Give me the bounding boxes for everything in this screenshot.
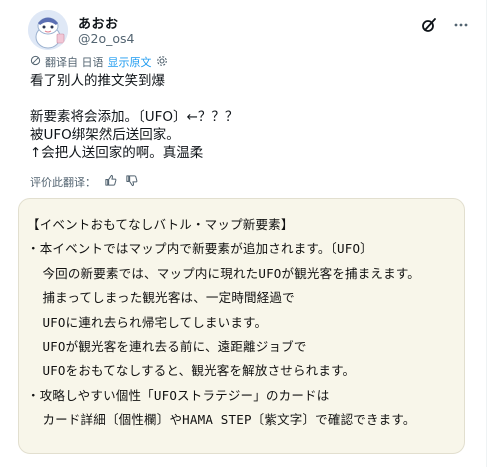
tweet-line: ↑会把人送回家的啊。真温柔	[30, 145, 204, 161]
more-icon[interactable]	[450, 14, 472, 36]
rate-translation-label: 评价此翻译：	[30, 176, 96, 189]
tweet-line: 新要素将会添加。〔UFO〕←？？？	[30, 109, 239, 125]
card-line: 捕まってしまった観光客は、一定時間経過で	[27, 290, 295, 306]
translation-label: 翻译自 日语	[45, 56, 104, 69]
tweet-header: あおお @2o_os4	[22, 10, 472, 50]
thumbs-down-icon[interactable]	[125, 174, 138, 190]
card-line: UFOをおもてなしすると、観光客を解放させられます。	[27, 363, 356, 379]
rate-translation: 评价此翻译：	[30, 174, 138, 190]
card-line: カード詳細〔個性欄〕やHAMA STEP〔紫文字〕で確認できます。	[27, 412, 416, 428]
card-text: 【イベントおもてなしバトル・マップ新要素】 ・本イベントではマップ内で新要素が追…	[27, 213, 457, 433]
show-original-link[interactable]: 显示原文	[108, 54, 152, 70]
avatar[interactable]	[28, 10, 68, 50]
user-display-name[interactable]: あおお	[78, 13, 119, 32]
tweet-line: 看了别人的推文笑到爆	[30, 73, 165, 89]
quoted-image-card[interactable]: 【イベントおもてなしバトル・マップ新要素】 ・本イベントではマップ内で新要素が追…	[18, 198, 465, 454]
tweet-line	[30, 90, 460, 108]
avatar-illustration-icon	[28, 10, 68, 50]
translate-icon	[30, 55, 41, 69]
card-line: UFOが観光客を連れ去る前に、遠距離ジョブで	[27, 339, 307, 355]
card-line: 【イベントおもてなしバトル・マップ新要素】	[27, 217, 294, 232]
tweet-line: 被UFO绑架然后送回家。	[30, 127, 180, 143]
settings-icon[interactable]	[156, 55, 168, 70]
user-handle[interactable]: @2o_os4	[78, 31, 134, 46]
card-line: UFOに連れ去られ帰宅してしまいます。	[27, 314, 268, 330]
tweet-text: 看了别人的推文笑到爆 新要素将会添加。〔UFO〕←？？？ 被UFO绑架然后送回家…	[30, 72, 460, 162]
translation-info: 翻译自 日语 显示原文	[30, 54, 168, 70]
timeline-border	[486, 0, 487, 467]
card-line: 今回の新要素では、マップ内に現れたUFOが観光客を捕まえます。	[27, 265, 420, 281]
grok-icon[interactable]	[418, 14, 440, 36]
card-line: ・攻略しやすい個性「UFOストラテジー」のカードは	[27, 387, 330, 403]
thumbs-up-icon[interactable]	[104, 174, 117, 190]
card-line: ・本イベントではマップ内で新要素が追加されます。〔UFO〕	[27, 241, 373, 257]
